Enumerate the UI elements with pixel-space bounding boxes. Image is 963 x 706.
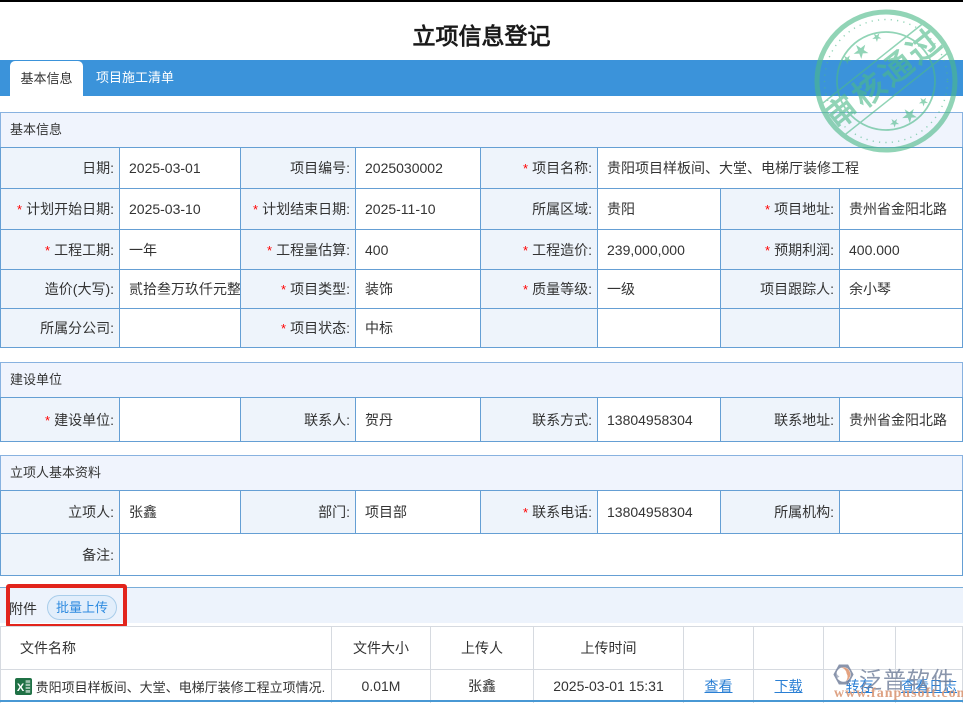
svg-text:X: X [17, 682, 25, 694]
